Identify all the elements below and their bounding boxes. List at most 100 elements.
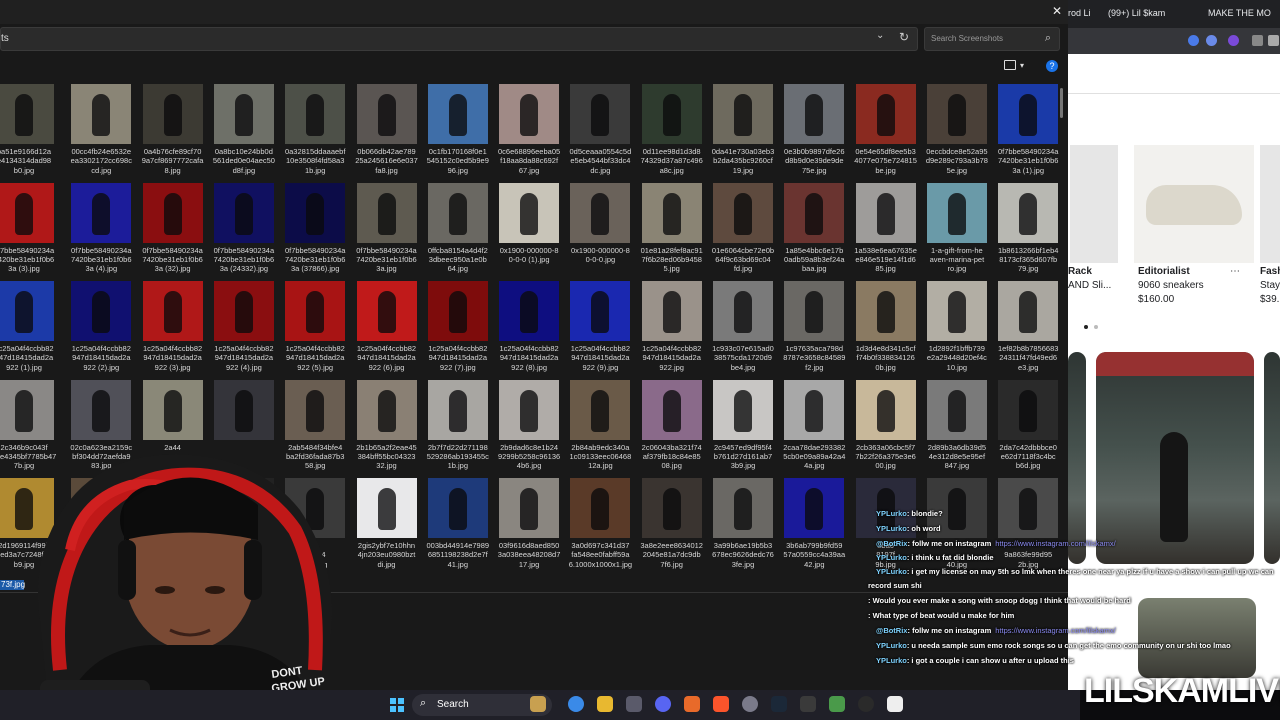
chat-link[interactable]: https://www.instagram.com/lilskamx/ xyxy=(995,539,1115,548)
file-item[interactable]: 2cb363a06cbc5f7 7b22f26a375e3e6 00.jpg xyxy=(855,379,916,475)
file-item[interactable]: 54b24 d98.jpg xyxy=(285,478,346,573)
file-item[interactable]: 02c0a623ea2159c bf304dd72aefda9 83.jpg xyxy=(70,379,132,475)
app-icon[interactable] xyxy=(858,696,874,712)
search-input[interactable]: Search Screenshots ⌕ xyxy=(924,27,1060,51)
file-item[interactable]: 0f7bbe58490234a 7420be31eb1f0b6 3a (2433… xyxy=(214,182,274,278)
file-item[interactable]: 1c97635aca798d 8787e3658c84589 f2.jpg xyxy=(783,281,845,376)
windows-start-icon[interactable] xyxy=(390,698,404,712)
window-icon[interactable] xyxy=(1268,35,1279,46)
puzzle-icon[interactable] xyxy=(1252,35,1263,46)
file-item[interactable]: 0f7bbe58490234a 7420be31eb1f0b6 3a (3).j… xyxy=(0,182,54,278)
file-item[interactable]: 2b1b65a2f2eae45 384bff55bc04323 32.jpg xyxy=(356,379,417,475)
app-icon[interactable] xyxy=(800,696,816,712)
chat-username[interactable]: YPLurko xyxy=(876,553,907,562)
file-item[interactable]: 1d3d4e8d341c5cf f74b0f338834126 0b.jpg xyxy=(855,281,916,376)
file-item[interactable]: 0x1900-000000-8 0-0-0 (1).jpg xyxy=(499,182,560,278)
carousel-dot[interactable] xyxy=(1094,325,1098,329)
photo-result[interactable] xyxy=(1068,352,1086,564)
file-item[interactable]: 003bd44914e7989 6851198238d2e7f 41.jpg xyxy=(427,478,489,573)
file-item[interactable]: 2da7c42dbbbce0 e62d7118f3c4bc b6d.jpg xyxy=(998,379,1059,475)
file-item[interactable]: 1c25a04f4ccbb82 947d18415dad2a 922 (3).j… xyxy=(142,281,203,376)
file-item[interactable]: 0eccbdce8e52a95 d9e289c793a3b78 5e.jpg xyxy=(926,84,988,179)
file-item[interactable]: 1c25a04f4ccbb82 947d18415dad2a 922 (1).j… xyxy=(0,281,54,376)
chat-username[interactable]: @BotRix xyxy=(876,626,907,635)
file-item[interactable]: 0c1fb170168f0e1 545152c0ed5b9e9 96.jpg xyxy=(427,84,489,179)
file-item[interactable]: 0d5ceaaa0554c5d e5eb4544bf33dc4 dc.jpg xyxy=(570,84,631,179)
file-item[interactable]: 0f7bbe58490234a 7420be31eb1f0b6 3a (3786… xyxy=(285,182,345,278)
more-options-icon[interactable]: ⋯ xyxy=(1230,266,1240,277)
file-item[interactable]: 1c933c07e615ad0 38575cda1720d9 be4.jpg xyxy=(712,281,774,376)
app-icon[interactable] xyxy=(887,696,903,712)
file-item[interactable]: 2c346b9c043f ebe4345bf7785b47 7b.jpg xyxy=(0,379,56,475)
close-icon[interactable]: ✕ xyxy=(1052,4,1062,18)
file-item[interactable]: 1c25a04f4ccbb82 947d18415dad2a 922 (9).j… xyxy=(570,281,631,376)
file-item[interactable]: 1d2892f1bffb739 e2a29448d20ef4c 10.jpg xyxy=(927,281,987,376)
file-item[interactable]: 1c25a04f4ccbb82 947d18415dad2a 922 (7).j… xyxy=(427,281,488,376)
photo-result[interactable] xyxy=(1096,352,1254,564)
file-item[interactable]: 0e54e65df8ee5b3 4077e075e724815 be.jpg xyxy=(854,84,917,179)
view-layout-icon[interactable] xyxy=(1004,60,1016,70)
scrollbar-thumb[interactable] xyxy=(1060,88,1063,118)
file-item[interactable]: 3a99b6ae19b5b3 678ec9626dedc76 3fe.jpg xyxy=(712,478,774,573)
file-item[interactable]: 0e3b0b9897dfe26 d8b9d0e39de9de 75e.jpg xyxy=(784,84,845,179)
store-icon[interactable] xyxy=(626,696,642,712)
file-item[interactable]: 2ab5484f34bfe4 ba2fd36fada87b3 58.jpg xyxy=(285,379,346,475)
widget-icon[interactable] xyxy=(530,696,546,712)
chat-username[interactable]: YPLurko xyxy=(876,509,907,518)
photo-result[interactable] xyxy=(1138,598,1256,678)
file-item[interactable]: 0c6e68896eeba05 f18aa8da88c692f 67.jpg xyxy=(498,84,560,179)
carousel-dot[interactable] xyxy=(1084,325,1088,329)
file-item[interactable]: 3b6ab799b9fd59 57a0559cc4a39aa 42.jpg xyxy=(783,478,845,573)
file-item[interactable]: 0ffcba8154a4d4f2 3dbeec950a1e0b 64.jpg xyxy=(427,182,488,278)
file-item[interactable]: 2b7f7d22d271198 529286ab193455c 1b.jpg xyxy=(427,379,489,475)
app-icon[interactable] xyxy=(829,696,845,712)
file-item[interactable]: 2d89b3a6db39d5 4e312d8e5e95ef 847.jpg xyxy=(926,379,987,475)
address-bar[interactable]: ts xyxy=(0,27,918,51)
browser-tab[interactable]: (99+) Lil $kam xyxy=(1108,8,1165,18)
file-item[interactable]: 1a538e6ea67635e e846e519e14f1d6 85.jpg xyxy=(854,182,917,278)
file-item[interactable] xyxy=(142,478,203,573)
steam-icon[interactable] xyxy=(771,696,787,712)
file-item[interactable]: 1b8613266bf1eb4 8173cf365d607fb 79.jpg xyxy=(998,182,1058,278)
chat-username[interactable]: YPLurko xyxy=(876,656,907,665)
file-item[interactable]: 0b066db42ae789 25a245616e6e037 fa8.jpg xyxy=(355,84,418,179)
chat-username[interactable]: YPLurko xyxy=(876,641,907,650)
file-item[interactable]: 3a8e2eee8634012 2045e81a7dc9db 7f6.jpg xyxy=(640,478,703,573)
file-item[interactable]: 1c25a04f4ccbb82 947d18415dad2a 922 (8).j… xyxy=(499,281,560,376)
extension-icon[interactable] xyxy=(1206,35,1217,46)
file-item[interactable]: 1c25a04f4ccbb82 947d18415dad2a 922.jpg xyxy=(641,281,702,376)
file-item[interactable]: 2c06043ba321f74 af379fb18c84e85 08.jpg xyxy=(642,379,702,475)
discord-icon[interactable] xyxy=(655,696,671,712)
file-item[interactable]: ba51e9166d12a e4134314dad98 b0.jpg xyxy=(0,84,54,179)
file-item[interactable]: 2b84ab9edc340a 1c09133eec06468 12a.jpg xyxy=(570,379,631,475)
extension-icon[interactable] xyxy=(1228,35,1239,46)
file-item[interactable] xyxy=(213,379,274,475)
product-image[interactable] xyxy=(1134,145,1254,263)
file-item[interactable]: 1c25a04f4ccbb82 947d18415dad2a 922 (2).j… xyxy=(71,281,132,376)
file-item[interactable]: 03f9616d8aed850 3a038eea48208d7 17.jpg xyxy=(498,478,560,573)
file-item[interactable]: 0da41e730a03eb3 b2da435bc9260cf 19.jpg xyxy=(712,84,774,179)
file-item[interactable]: 1ef82b8b7856683 24311f47fd49ed6 e3.jpg xyxy=(998,281,1058,376)
file-item[interactable]: 01e6064cbe72e0b 64f9c63bd69c04 fd.jpg xyxy=(712,182,774,278)
chat-username[interactable]: YPLurko xyxy=(876,567,907,576)
file-item[interactable]: 0d11ee98d1d3d8 74329d37a87c496 a8c.jpg xyxy=(641,84,703,179)
app-icon[interactable] xyxy=(684,696,700,712)
photo-result[interactable] xyxy=(1264,352,1280,564)
file-item[interactable]: 3a0d697c341d37 fa548ee0fabff59a 6.1000x1… xyxy=(569,478,632,573)
folder-icon[interactable] xyxy=(597,696,613,712)
file-item[interactable]: 0a4b76cfe89cf70 9a7cf8697772cafa 8.jpg xyxy=(142,84,203,179)
file-item[interactable]: 2a44 xyxy=(142,379,203,475)
file-item[interactable]: 2ec xyxy=(71,478,132,573)
chat-link[interactable]: https://www.instagram.com/lilskamx/ xyxy=(995,626,1115,635)
file-item[interactable]: 0f7bbe58490234a 7420be31eb1f0b6 3a (1).j… xyxy=(998,84,1058,179)
file-item[interactable]: 2c9457ed9df95f4 b761d27d161ab7 3b9.jpg xyxy=(713,379,773,475)
browser-tab[interactable]: rod Li xyxy=(1068,8,1091,18)
refresh-icon[interactable]: ↻ xyxy=(899,30,909,44)
browser-tab[interactable]: MAKE THE MO xyxy=(1208,8,1271,18)
file-item[interactable]: 1a85e4bbc6e17b 0adb59a8b3ef24a baa.jpg xyxy=(784,182,845,278)
file-item[interactable]: 0x1900-000000-8 0-0-0.jpg xyxy=(570,182,631,278)
product-image[interactable] xyxy=(1260,145,1280,263)
file-item[interactable]: 2caa78dae293382 5cb0e09a89a42a4 4a.jpg xyxy=(783,379,845,475)
file-item[interactable]: 2b9dad6c8e1b24 9299b5258c96136 4b6.jpg xyxy=(498,379,560,475)
file-item[interactable]: 1c25a04f4ccbb82 947d18415dad2a 922 (4).j… xyxy=(213,281,274,376)
